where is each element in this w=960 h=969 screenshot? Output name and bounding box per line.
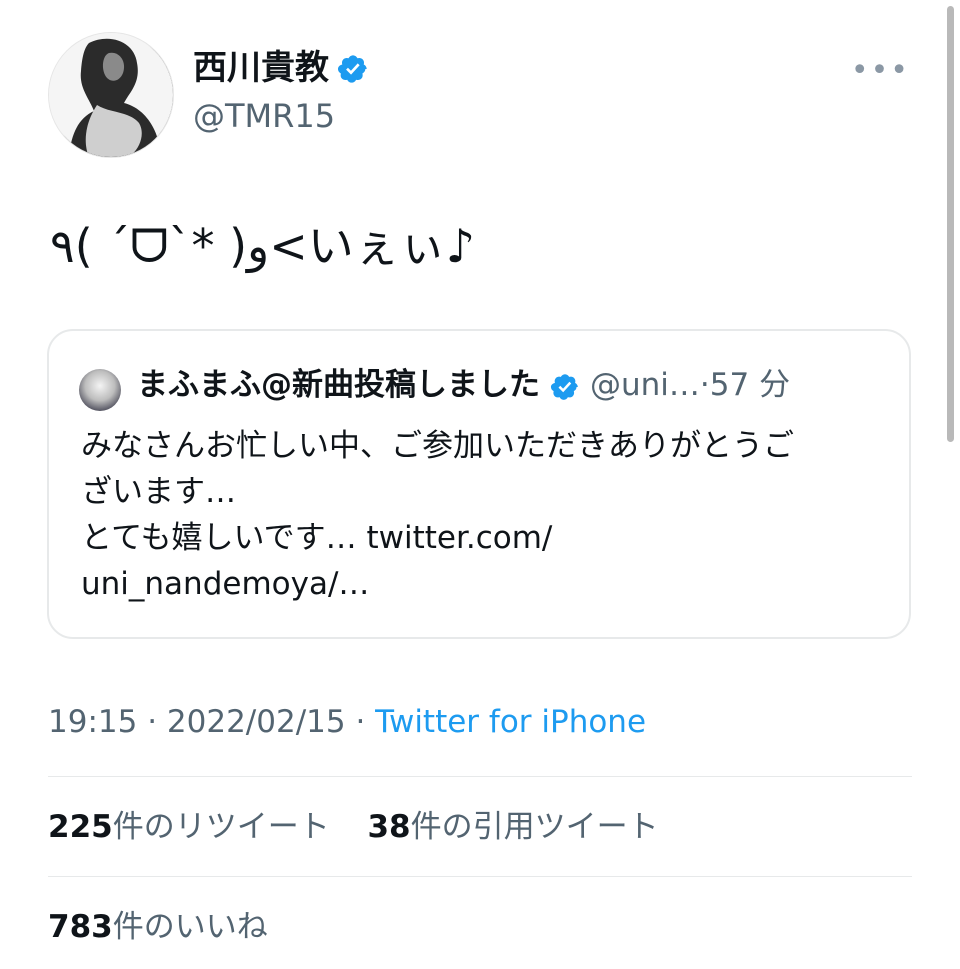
quoted-timestamp[interactable]: 57 分 xyxy=(710,363,790,407)
likes-label: 件のいいね xyxy=(112,909,268,945)
author-handle[interactable]: @TMR15 xyxy=(193,95,335,137)
tweet-text: ٩( ´ᗜ`* )و<いぇぃ♪ xyxy=(50,219,476,273)
meta-separator: · xyxy=(137,704,167,740)
quoted-author-avatar[interactable] xyxy=(79,369,121,411)
author-name-row[interactable]: 西川貴教 xyxy=(193,46,369,90)
tweet-time[interactable]: 19:15 xyxy=(48,704,137,740)
author-display-name[interactable]: 西川貴教 xyxy=(193,46,329,90)
quotes-label: 件の引用ツイート xyxy=(410,809,659,845)
likes-stat[interactable]: 783件のいいね xyxy=(48,909,268,945)
quoted-tweet-header: まふまふ@新曲投稿しました @uni… · 57 分 xyxy=(137,363,790,407)
author-avatar[interactable] xyxy=(48,32,174,158)
quotes-stat[interactable]: 38件の引用ツイート xyxy=(367,809,658,845)
divider xyxy=(48,876,912,877)
quoted-tweet-text: みなさんお忙しい中、ご参加いただきありがとうご ざいます… とても嬉しいです… … xyxy=(81,423,891,607)
quoted-author-handle[interactable]: @uni… xyxy=(590,363,700,407)
scrollbar[interactable] xyxy=(947,6,954,442)
quoted-author-name[interactable]: まふまふ@新曲投稿しました xyxy=(137,363,540,407)
quoted-verified-badge-icon xyxy=(550,370,580,400)
retweets-label: 件のリツイート xyxy=(112,809,330,845)
quotes-count: 38 xyxy=(367,809,411,845)
quoted-tweet-card[interactable]: まふまふ@新曲投稿しました @uni… · 57 分 みなさんお忙しい中、ご参加… xyxy=(47,329,911,639)
likes-stats-row: 783件のいいね xyxy=(48,905,268,949)
tweet-date[interactable]: 2022/02/15 xyxy=(167,704,346,740)
retweets-stat[interactable]: 225件のリツイート xyxy=(48,809,330,845)
engagement-stats-row: 225件のリツイート 38件の引用ツイート xyxy=(48,805,659,849)
quoted-text-line: uni_nandemoya/… xyxy=(81,566,370,602)
tweet-source-link[interactable]: Twitter for iPhone xyxy=(375,704,646,740)
quoted-text-line: ざいます… xyxy=(81,474,236,510)
divider xyxy=(48,776,912,777)
tweet-meta: 19:15 · 2022/02/15 · Twitter for iPhone xyxy=(48,700,646,744)
quoted-separator: · xyxy=(699,367,710,403)
likes-count: 783 xyxy=(48,909,113,945)
quoted-text-line: とても嬉しいです… twitter.com/ xyxy=(81,520,553,556)
verified-badge-icon xyxy=(337,52,369,84)
retweets-count: 225 xyxy=(48,809,113,845)
more-options-icon[interactable]: ••• xyxy=(851,56,910,86)
tweet-detail-page: 西川貴教 @TMR15 ••• ٩( ´ᗜ`* )و<いぇぃ♪ まふまふ@新曲投… xyxy=(0,0,960,969)
meta-separator: · xyxy=(345,704,376,740)
quoted-text-line: みなさんお忙しい中、ご参加いただきありがとうご xyxy=(81,428,794,464)
